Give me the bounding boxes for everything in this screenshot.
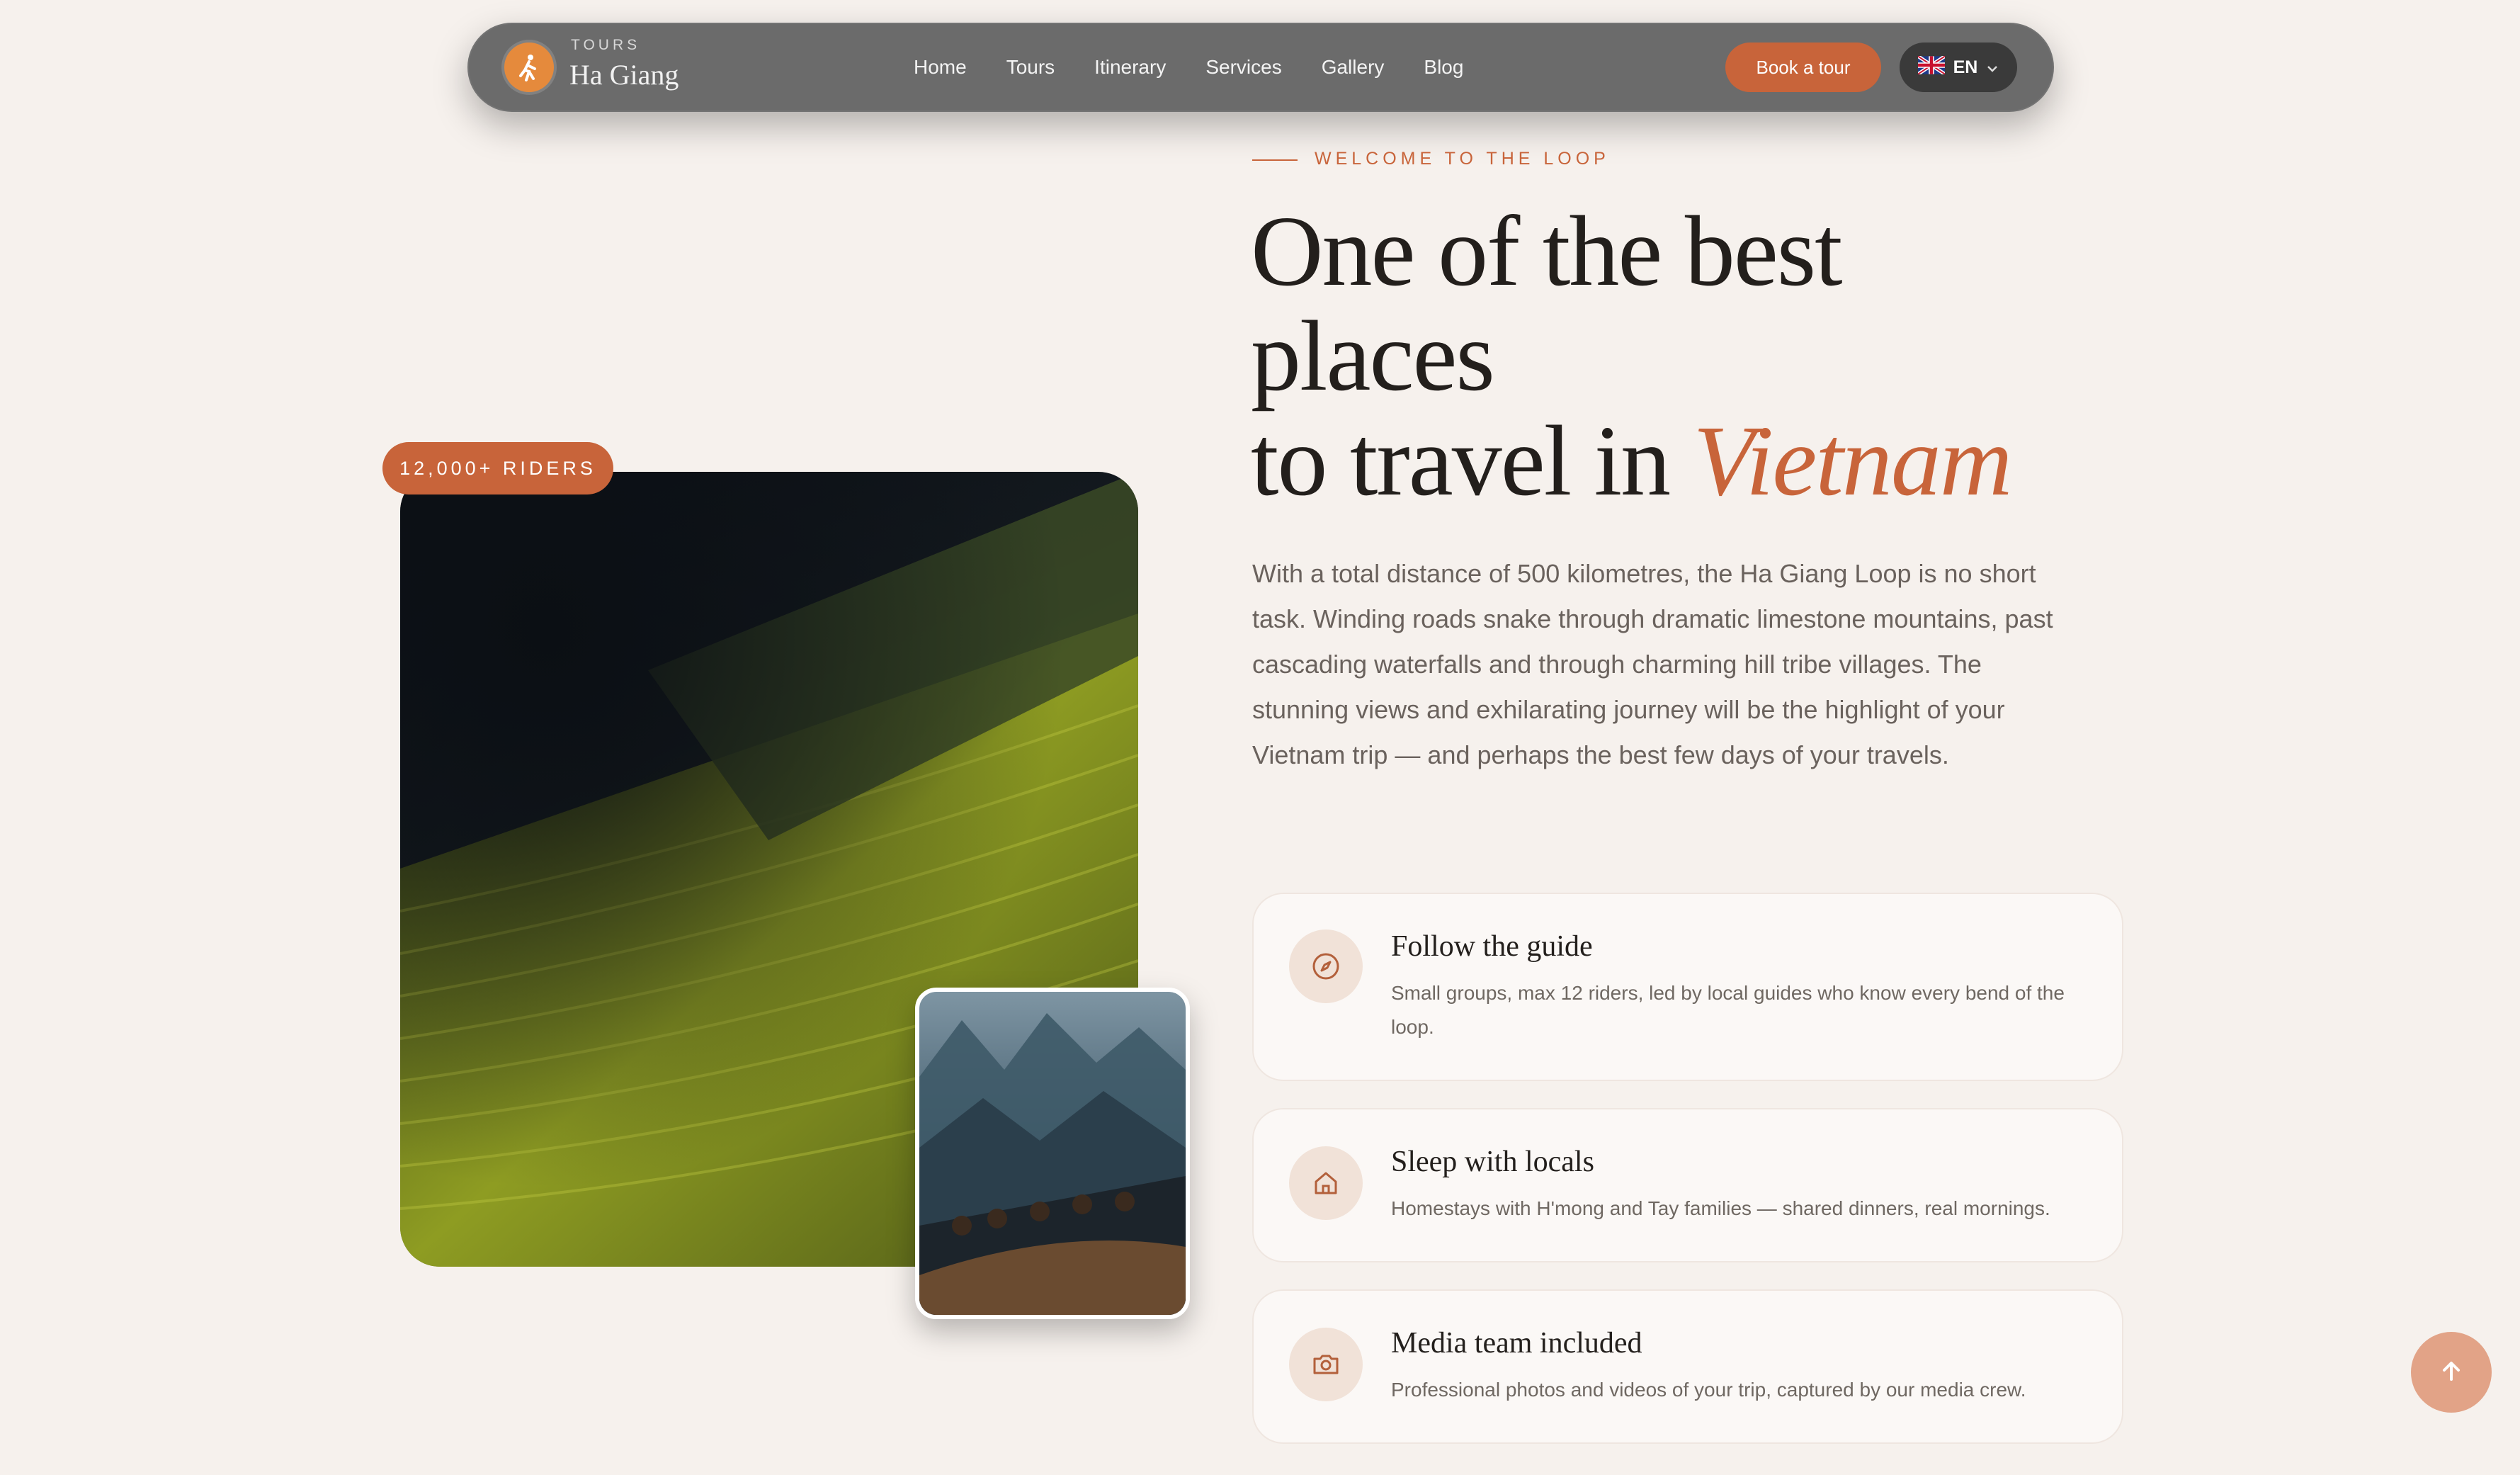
home-icon: [1289, 1146, 1363, 1220]
brand-tagline: TOURS: [571, 37, 641, 53]
feature-description: Small groups, max 12 riders, led by loca…: [1391, 982, 2065, 1038]
headline-accent: Vietnam: [1693, 405, 2013, 516]
nav-link-blog[interactable]: Blog: [1424, 56, 1463, 79]
nav-link-tours[interactable]: Tours: [1006, 56, 1055, 79]
eyebrow-divider: [1252, 159, 1298, 161]
top-navbar: TOURS Ha Giang Home Tours Itinerary Serv…: [467, 23, 2054, 112]
compass-icon: [1289, 929, 1363, 1003]
arrow-up-icon: [2437, 1357, 2465, 1389]
language-selector[interactable]: EN: [1900, 43, 2017, 92]
feature-title: Media team included: [1391, 1327, 1642, 1360]
nav-link-itinerary[interactable]: Itinerary: [1094, 56, 1166, 79]
language-label: EN: [1953, 57, 1978, 77]
nav-link-gallery[interactable]: Gallery: [1322, 56, 1385, 79]
nav-links: Home Tours Itinerary Services Gallery Bl…: [914, 23, 1503, 112]
hiker-logo-icon[interactable]: [504, 43, 554, 92]
brand-name[interactable]: Ha Giang: [569, 58, 679, 91]
feature-card-media: Media team included Professional photos …: [1252, 1289, 2123, 1444]
uk-flag-icon: [1917, 54, 1946, 79]
riders-count-badge: 12,000+ RIDERS: [382, 442, 613, 495]
feature-description: Professional photos and videos of your t…: [1391, 1379, 2026, 1401]
headline-line-2: places: [1251, 300, 1495, 412]
hero-headline: One of the best places to travel in Viet…: [1251, 198, 2172, 513]
feature-title: Sleep with locals: [1391, 1146, 1594, 1178]
feature-description: Homestays with H'mong and Tay families —…: [1391, 1197, 2050, 1219]
headline-line-1: One of the best: [1251, 195, 1843, 307]
book-tour-button[interactable]: Book a tour: [1725, 43, 1881, 92]
feature-title: Follow the guide: [1391, 930, 1593, 963]
feature-card-guide: Follow the guide Small groups, max 12 ri…: [1252, 893, 2123, 1081]
hero-description: With a total distance of 500 kilometres,…: [1252, 559, 2053, 769]
chevron-down-icon: [1986, 57, 1999, 78]
mountain-porters-photo: [915, 988, 1190, 1319]
feature-card-homestay: Sleep with locals Homestays with H'mong …: [1252, 1108, 2123, 1262]
section-eyebrow: WELCOME TO THE LOOP: [1315, 149, 1610, 169]
nav-link-home[interactable]: Home: [914, 56, 967, 79]
camera-icon: [1289, 1328, 1363, 1401]
nav-link-services[interactable]: Services: [1205, 56, 1281, 79]
scroll-to-top-button[interactable]: [2411, 1332, 2492, 1413]
headline-line-3: to travel in: [1251, 405, 1693, 516]
